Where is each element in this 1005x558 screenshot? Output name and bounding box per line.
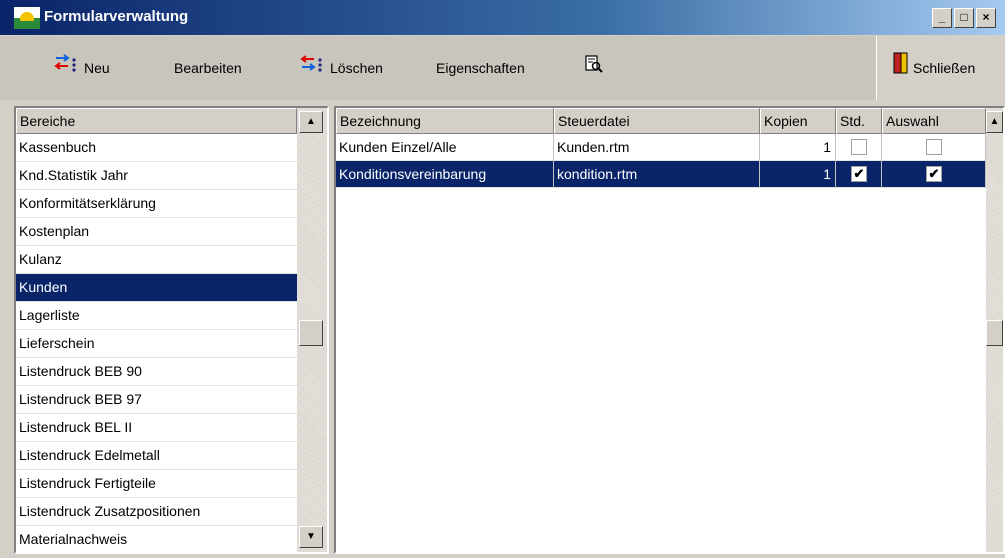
- table-row[interactable]: Konditionsvereinbarung kondition.rtm 1 ✔ ✔: [336, 161, 986, 188]
- list-item[interactable]: Lieferschein: [16, 330, 297, 358]
- edit-button[interactable]: Bearbeiten: [174, 48, 242, 88]
- toolbar: Neu Bearbeiten Löschen Eigenschaften: [0, 36, 1005, 100]
- areas-header[interactable]: Bereiche: [16, 108, 297, 134]
- column-header-bezeichnung[interactable]: Bezeichnung: [336, 108, 554, 134]
- cell-steuerdatei: kondition.rtm: [554, 161, 760, 188]
- list-item[interactable]: Konformitätserklärung: [16, 190, 297, 218]
- list-item[interactable]: Kunden: [16, 274, 297, 302]
- new-label: Neu: [84, 60, 110, 76]
- cell-auswahl: ✔: [882, 161, 986, 188]
- scroll-up-button[interactable]: ▲: [299, 111, 323, 133]
- new-button[interactable]: Neu: [54, 48, 110, 88]
- print-preview-icon: [584, 49, 604, 89]
- list-item[interactable]: Kulanz: [16, 246, 297, 274]
- title-bar[interactable]: Formularverwaltung _ □ ×: [0, 0, 1005, 35]
- cell-bezeichnung: Konditionsvereinbarung: [336, 161, 554, 188]
- close-button[interactable]: Schließen: [893, 48, 975, 88]
- list-item[interactable]: Listendruck Fertigteile: [16, 470, 297, 498]
- preview-button[interactable]: [584, 48, 608, 88]
- delete-button[interactable]: Löschen: [300, 48, 383, 88]
- delete-icon: [300, 49, 326, 89]
- cell-std: ✔: [836, 161, 882, 188]
- areas-list: Kassenbuch Knd.Statistik Jahr Konformitäts…: [16, 134, 297, 552]
- cell-kopien: 1: [760, 134, 836, 161]
- column-header-kopien[interactable]: Kopien: [760, 108, 836, 134]
- close-window-button[interactable]: ×: [976, 8, 996, 28]
- list-item[interactable]: Lagerliste: [16, 302, 297, 330]
- properties-button[interactable]: Eigenschaften: [436, 48, 525, 88]
- close-area: Schließen: [876, 36, 1005, 100]
- std-checkbox[interactable]: ✔: [851, 166, 867, 182]
- forms-scroll-thumb[interactable]: [986, 320, 1003, 346]
- auswahl-checkbox[interactable]: ✔: [926, 166, 942, 182]
- close-label: Schließen: [913, 60, 976, 76]
- cell-kopien: 1: [760, 161, 836, 188]
- cell-steuerdatei: Kunden.rtm: [554, 134, 760, 161]
- window-title: Formularverwaltung: [44, 8, 189, 25]
- exit-door-icon: [893, 49, 909, 89]
- cell-std: [836, 134, 882, 161]
- app-icon: [14, 7, 40, 29]
- column-header-steuerdatei[interactable]: Steuerdatei: [554, 108, 760, 134]
- list-item[interactable]: Knd.Statistik Jahr: [16, 162, 297, 190]
- list-item[interactable]: Materialnachweis: [16, 526, 297, 552]
- areas-panel: Bereiche Kassenbuch Knd.Statistik Jahr Kon…: [14, 106, 329, 554]
- std-checkbox[interactable]: [851, 139, 867, 155]
- delete-label: Löschen: [330, 60, 383, 76]
- list-item[interactable]: Listendruck BEB 97: [16, 386, 297, 414]
- edit-label: Bearbeiten: [174, 60, 242, 76]
- list-item[interactable]: Listendruck BEB 90: [16, 358, 297, 386]
- column-header-std[interactable]: Std.: [836, 108, 882, 134]
- list-item[interactable]: Kassenbuch: [16, 134, 297, 162]
- list-item[interactable]: Listendruck Zusatzpositionen: [16, 498, 297, 526]
- minimize-button[interactable]: _: [932, 8, 952, 28]
- list-item[interactable]: Listendruck Edelmetall: [16, 442, 297, 470]
- auswahl-checkbox[interactable]: [926, 139, 942, 155]
- column-header-auswahl[interactable]: Auswahl: [882, 108, 986, 134]
- cell-auswahl: [882, 134, 986, 161]
- forms-scrollbar[interactable]: ▲: [986, 108, 1003, 552]
- scroll-down-button[interactable]: ▼: [299, 526, 323, 548]
- cell-bezeichnung: Kunden Einzel/Alle: [336, 134, 554, 161]
- forms-header: Bezeichnung Steuerdatei Kopien Std. Ausw…: [336, 108, 986, 134]
- areas-scrollbar[interactable]: ▲ ▼: [297, 108, 327, 552]
- list-item[interactable]: Listendruck BEL II: [16, 414, 297, 442]
- scroll-thumb[interactable]: [299, 320, 323, 346]
- forms-scroll-up-button[interactable]: ▲: [986, 111, 1003, 133]
- table-row[interactable]: Kunden Einzel/Alle Kunden.rtm 1: [336, 134, 986, 161]
- forms-panel: Bezeichnung Steuerdatei Kopien Std. Ausw…: [334, 106, 1005, 554]
- maximize-button[interactable]: □: [954, 8, 974, 28]
- properties-label: Eigenschaften: [436, 60, 525, 76]
- list-item[interactable]: Kostenplan: [16, 218, 297, 246]
- add-icon: [54, 49, 80, 89]
